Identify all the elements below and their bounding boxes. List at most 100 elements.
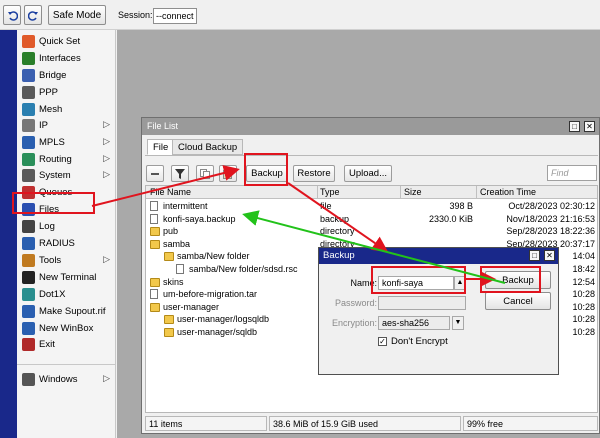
close-icon: ✕ bbox=[586, 122, 593, 131]
col-creation-time[interactable]: Creation Time bbox=[480, 187, 536, 197]
cell-creation-time: 14:04 bbox=[572, 251, 595, 262]
cell-file-name: user-manager/logsqldb bbox=[177, 314, 270, 325]
sidebar-item-routing[interactable]: Routing ▷ bbox=[17, 151, 116, 167]
winbox-brand-strip bbox=[0, 30, 17, 438]
sidebar-item-new-terminal[interactable]: New Terminal bbox=[17, 269, 116, 285]
undo-button[interactable] bbox=[3, 5, 21, 25]
close-button[interactable]: ✕ bbox=[544, 250, 555, 261]
exit-icon bbox=[22, 337, 35, 351]
chevron-right-icon: ▷ bbox=[103, 119, 110, 129]
cell-type: backup bbox=[320, 213, 350, 224]
cell-creation-time: 12:54 bbox=[572, 276, 595, 287]
sidebar-item-new-winbox[interactable]: New WinBox bbox=[17, 320, 116, 336]
sidebar-item-make-supout-rif[interactable]: Make Supout.rif bbox=[17, 303, 116, 319]
top-toolbar: Safe Mode Session: --connect bbox=[0, 0, 600, 30]
folder-icon bbox=[150, 227, 160, 237]
highlight-files-menu bbox=[12, 192, 95, 214]
cell-creation-time: 10:28 bbox=[572, 301, 595, 312]
dot1x-icon bbox=[22, 287, 35, 301]
sidebar-item-ip[interactable]: IP ▷ bbox=[17, 117, 116, 133]
chevron-right-icon: ▷ bbox=[103, 169, 110, 179]
interfaces-icon bbox=[22, 51, 35, 65]
dont-encrypt-checkbox[interactable]: ✓ bbox=[378, 337, 387, 346]
folder-icon bbox=[164, 252, 174, 262]
folder-icon bbox=[150, 302, 160, 312]
col-size[interactable]: Size bbox=[404, 187, 422, 197]
sidebar-item-bridge[interactable]: Bridge bbox=[17, 67, 116, 83]
sidebar-item-interfaces[interactable]: Interfaces bbox=[17, 50, 116, 66]
restore-button[interactable]: Restore bbox=[293, 165, 335, 182]
paste-button[interactable] bbox=[219, 165, 237, 182]
cell-file-name: samba/New folder bbox=[177, 251, 250, 262]
routing-icon bbox=[22, 152, 35, 166]
cell-file-name: um-before-migration.tar bbox=[163, 289, 258, 300]
file-list-titlebar[interactable]: File List □ ✕ bbox=[142, 118, 599, 135]
tab-file[interactable]: File bbox=[147, 139, 175, 155]
redo-icon bbox=[27, 10, 38, 21]
cell-type: file bbox=[320, 201, 332, 211]
find-input[interactable]: Find bbox=[547, 165, 597, 181]
table-row[interactable]: intermittent file 398 B Oct/28/2023 02:30:1… bbox=[146, 201, 597, 213]
encryption-dropdown-button[interactable]: ▼ bbox=[452, 316, 464, 330]
cell-creation-time: 18:42 bbox=[572, 264, 595, 274]
remove-button[interactable] bbox=[146, 165, 164, 182]
sidebar-item-label: Make Supout.rif bbox=[39, 305, 106, 317]
sidebar-item-exit[interactable]: Exit bbox=[17, 336, 116, 352]
sidebar-item-mesh[interactable]: Mesh bbox=[17, 101, 116, 117]
folder-icon bbox=[164, 315, 174, 325]
tools-icon bbox=[22, 253, 35, 267]
table-row[interactable]: pub directory Sep/28/2023 18:22:36 bbox=[146, 226, 597, 238]
safe-mode-button[interactable]: Safe Mode bbox=[48, 5, 106, 25]
undo-icon bbox=[7, 10, 18, 21]
sidebar-item-quick-set[interactable]: Quick Set bbox=[17, 33, 116, 49]
highlight-name-field bbox=[371, 266, 466, 294]
sidebar-item-label: RADIUS bbox=[39, 237, 75, 249]
upload-button[interactable]: Upload... bbox=[344, 165, 392, 182]
cell-file-name: skins bbox=[163, 276, 184, 287]
system-icon bbox=[22, 168, 35, 182]
dialog-cancel-button[interactable]: Cancel bbox=[485, 292, 551, 310]
tab-cloud-backup[interactable]: Cloud Backup bbox=[172, 139, 244, 155]
sidebar-item-label: Routing bbox=[39, 153, 72, 165]
session-field[interactable]: --connect bbox=[153, 8, 197, 24]
dont-encrypt-label: Don't Encrypt bbox=[391, 336, 448, 347]
sidebar-item-label: IP bbox=[39, 119, 48, 131]
cell-file-name: samba/New folder/sdsd.rsc bbox=[189, 264, 298, 274]
encryption-select[interactable]: aes-sha256 bbox=[378, 316, 450, 330]
maximize-button[interactable]: □ bbox=[529, 250, 540, 261]
highlight-dialog-backup-button bbox=[480, 266, 541, 293]
close-button[interactable]: ✕ bbox=[584, 121, 595, 132]
chevron-right-icon: ▷ bbox=[103, 254, 110, 264]
sidebar-item-dot1x[interactable]: Dot1X bbox=[17, 286, 116, 302]
file-list-title: File List bbox=[147, 121, 179, 131]
sidebar-item-radius[interactable]: RADIUS bbox=[17, 235, 116, 251]
sidebar-item-tools[interactable]: Tools ▷ bbox=[17, 252, 116, 268]
sidebar-item-ppp[interactable]: PPP bbox=[17, 84, 116, 100]
sidebar-item-log[interactable]: Log bbox=[17, 218, 116, 234]
cell-file-name: samba bbox=[163, 238, 191, 249]
sidebar-separator bbox=[17, 364, 116, 365]
sidebar-item-system[interactable]: System ▷ bbox=[17, 167, 116, 183]
cell-file-name: user-manager bbox=[163, 301, 220, 312]
chevron-down-icon: ▼ bbox=[454, 319, 462, 326]
maximize-button[interactable]: □ bbox=[569, 121, 580, 132]
sidebar-item-label: Exit bbox=[39, 338, 55, 350]
mesh-icon bbox=[22, 102, 35, 116]
sidebar-item-label: Dot1X bbox=[39, 288, 66, 300]
supout-icon bbox=[22, 304, 35, 318]
paste-icon bbox=[223, 169, 232, 179]
table-row[interactable]: konfi-saya.backup backup 2330.0 KiB Nov/18/… bbox=[146, 213, 597, 226]
password-input[interactable] bbox=[378, 296, 466, 310]
backup-dialog-titlebar[interactable]: Backup □ ✕ bbox=[319, 248, 558, 264]
bridge-icon bbox=[22, 68, 35, 82]
sidebar-item-windows[interactable]: Windows ▷ bbox=[17, 371, 116, 387]
sidebar-item-mpls[interactable]: MPLS ▷ bbox=[17, 134, 116, 150]
redo-button[interactable] bbox=[24, 5, 42, 25]
filter-button[interactable] bbox=[171, 165, 189, 182]
copy-button[interactable] bbox=[196, 165, 214, 182]
col-file-name[interactable]: File Name bbox=[150, 187, 191, 197]
col-type[interactable]: Type bbox=[320, 187, 340, 197]
cell-file-name: user-manager/sqldb bbox=[177, 327, 258, 337]
folder-icon bbox=[150, 277, 160, 287]
file-icon bbox=[176, 264, 184, 274]
